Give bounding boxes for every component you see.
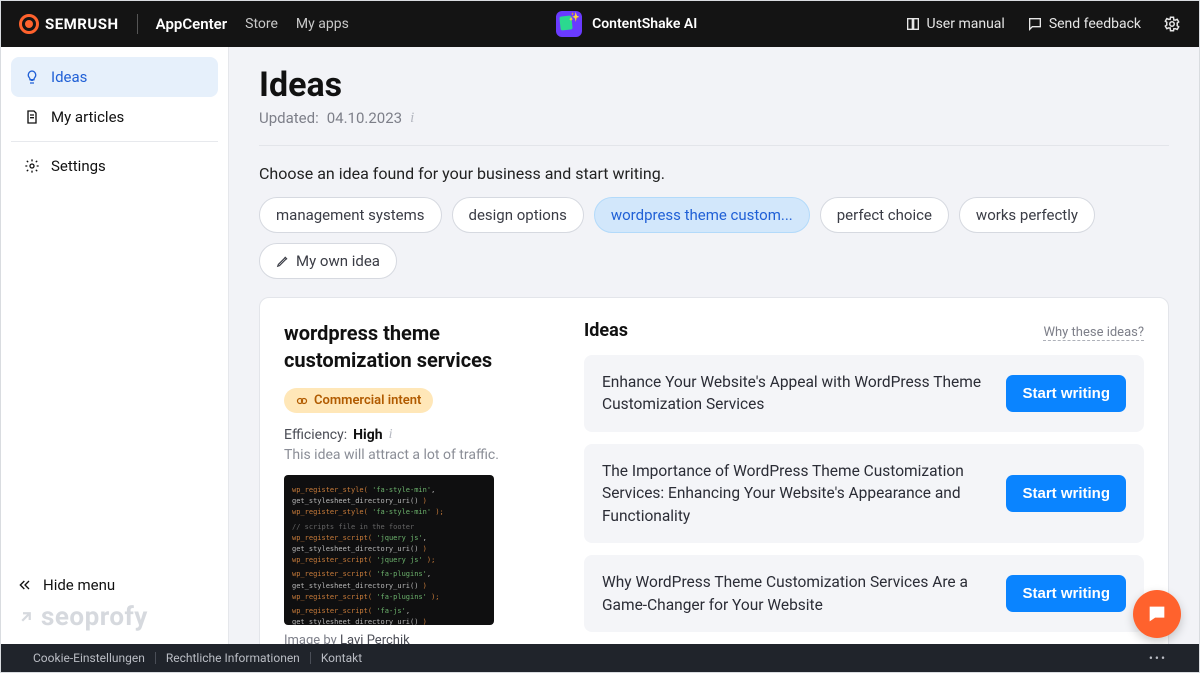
lightbulb-icon: [23, 69, 41, 85]
subtitle: Choose an idea found for your business a…: [259, 164, 1169, 183]
idea-text: Why WordPress Theme Customization Servic…: [602, 571, 988, 616]
chip-works-perfectly[interactable]: works perfectly: [959, 197, 1095, 233]
chip-wordpress-theme-custom[interactable]: wordpress theme custom...: [594, 197, 810, 233]
efficiency-row: Efficiency: High i: [284, 427, 544, 443]
footer-contact[interactable]: Kontakt: [311, 651, 372, 665]
book-icon: [905, 16, 921, 32]
settings-gear-icon[interactable]: [1163, 15, 1181, 33]
brand-text-1: SEMRUSH: [45, 15, 119, 33]
send-feedback-link[interactable]: Send feedback: [1027, 16, 1141, 32]
logo-divider: [137, 14, 138, 34]
sidebar-item-settings[interactable]: Settings: [11, 146, 218, 186]
topic-image-thumb: wp_register_style( 'fa-style-min', get_s…: [284, 475, 494, 625]
efficiency-value: High: [353, 427, 382, 443]
ideas-card: wordpress theme customization services C…: [259, 297, 1169, 644]
chip-my-own-idea[interactable]: My own idea: [259, 243, 397, 279]
updated-date: 04.10.2023: [327, 109, 402, 127]
chip-perfect-choice[interactable]: perfect choice: [820, 197, 949, 233]
header-left: SEMRUSH AppCenter Store My apps: [19, 14, 349, 34]
chip-management-systems[interactable]: management systems: [259, 197, 442, 233]
image-caption: Image by Lavi Perchik: [284, 633, 544, 644]
arrow-up-right-icon: [17, 608, 35, 626]
header-right: User manual Send feedback: [905, 15, 1182, 33]
shell: Ideas My articles Settings Hide menu: [1, 47, 1199, 644]
info-icon[interactable]: i: [410, 110, 414, 127]
updated-line: Updated: 04.10.2023 i: [259, 109, 1169, 146]
start-writing-button[interactable]: Start writing: [1006, 575, 1126, 612]
nav-myapps[interactable]: My apps: [296, 16, 349, 32]
idea-row: Enhance Your Website's Appeal with WordP…: [584, 355, 1144, 432]
sidebar-item-ideas[interactable]: Ideas: [11, 57, 218, 97]
semrush-logo-icon: [19, 14, 39, 34]
topic-title: wordpress theme customization services: [284, 320, 544, 374]
sidebar: Ideas My articles Settings Hide menu: [1, 47, 229, 644]
topic-column: wordpress theme customization services C…: [284, 320, 544, 644]
ideas-header-row: Ideas Why these ideas?: [584, 320, 1144, 341]
start-writing-button[interactable]: Start writing: [1006, 475, 1126, 512]
image-author-link[interactable]: Lavi Perchik: [340, 633, 410, 644]
idea-row: The Importance of WordPress Theme Custom…: [584, 444, 1144, 543]
app-name: ContentShake AI: [592, 16, 697, 32]
header-center: ContentShake AI: [556, 11, 697, 37]
footer-cookies[interactable]: Cookie-Einstellungen: [23, 651, 155, 665]
contentshake-icon: [556, 11, 582, 37]
start-writing-button[interactable]: Start writing: [1006, 375, 1126, 412]
main-content: Ideas Updated: 04.10.2023 i Choose an id…: [229, 47, 1199, 644]
user-manual-link[interactable]: User manual: [905, 16, 1005, 32]
topic-chips: management systems design options wordpr…: [259, 197, 1169, 279]
ideas-heading: Ideas: [584, 320, 628, 341]
gear-icon: [23, 158, 41, 174]
page-title: Ideas: [259, 65, 1169, 105]
chevron-double-left-icon: [17, 577, 33, 593]
idea-row: Why WordPress Theme Customization Servic…: [584, 555, 1144, 632]
commercial-intent-icon: [296, 395, 308, 407]
ideas-column: Ideas Why these ideas? Enhance Your Webs…: [584, 320, 1144, 644]
pencil-icon: [276, 254, 290, 268]
sidebar-separator: [11, 141, 218, 142]
nav-store[interactable]: Store: [245, 16, 278, 32]
hide-menu-button[interactable]: Hide menu: [1, 562, 228, 602]
feedback-icon: [1027, 16, 1043, 32]
intercom-chat-fab[interactable]: [1133, 590, 1181, 638]
footer-legal[interactable]: Rechtliche Informationen: [156, 651, 310, 665]
sidebar-item-articles[interactable]: My articles: [11, 97, 218, 137]
intent-badge: Commercial intent: [284, 388, 433, 413]
chip-design-options[interactable]: design options: [452, 197, 584, 233]
info-icon[interactable]: i: [389, 427, 393, 443]
efficiency-desc: This idea will attract a lot of traffic.: [284, 447, 544, 463]
top-header: SEMRUSH AppCenter Store My apps ContentS…: [1, 1, 1199, 47]
footer-more-icon[interactable]: •••: [1139, 651, 1177, 665]
chat-icon: [1146, 603, 1168, 625]
appcenter-label[interactable]: AppCenter: [156, 15, 227, 33]
sidebar-group: Ideas My articles Settings: [1, 47, 228, 196]
idea-text: The Importance of WordPress Theme Custom…: [602, 460, 988, 527]
footer-bar: Cookie-Einstellungen Rechtliche Informat…: [1, 644, 1199, 672]
document-icon: [23, 109, 41, 125]
watermark: seoprofy: [1, 602, 228, 644]
idea-text: Enhance Your Website's Appeal with WordP…: [602, 371, 988, 416]
why-these-ideas-link[interactable]: Why these ideas?: [1043, 325, 1144, 341]
semrush-logo[interactable]: SEMRUSH: [19, 14, 119, 34]
